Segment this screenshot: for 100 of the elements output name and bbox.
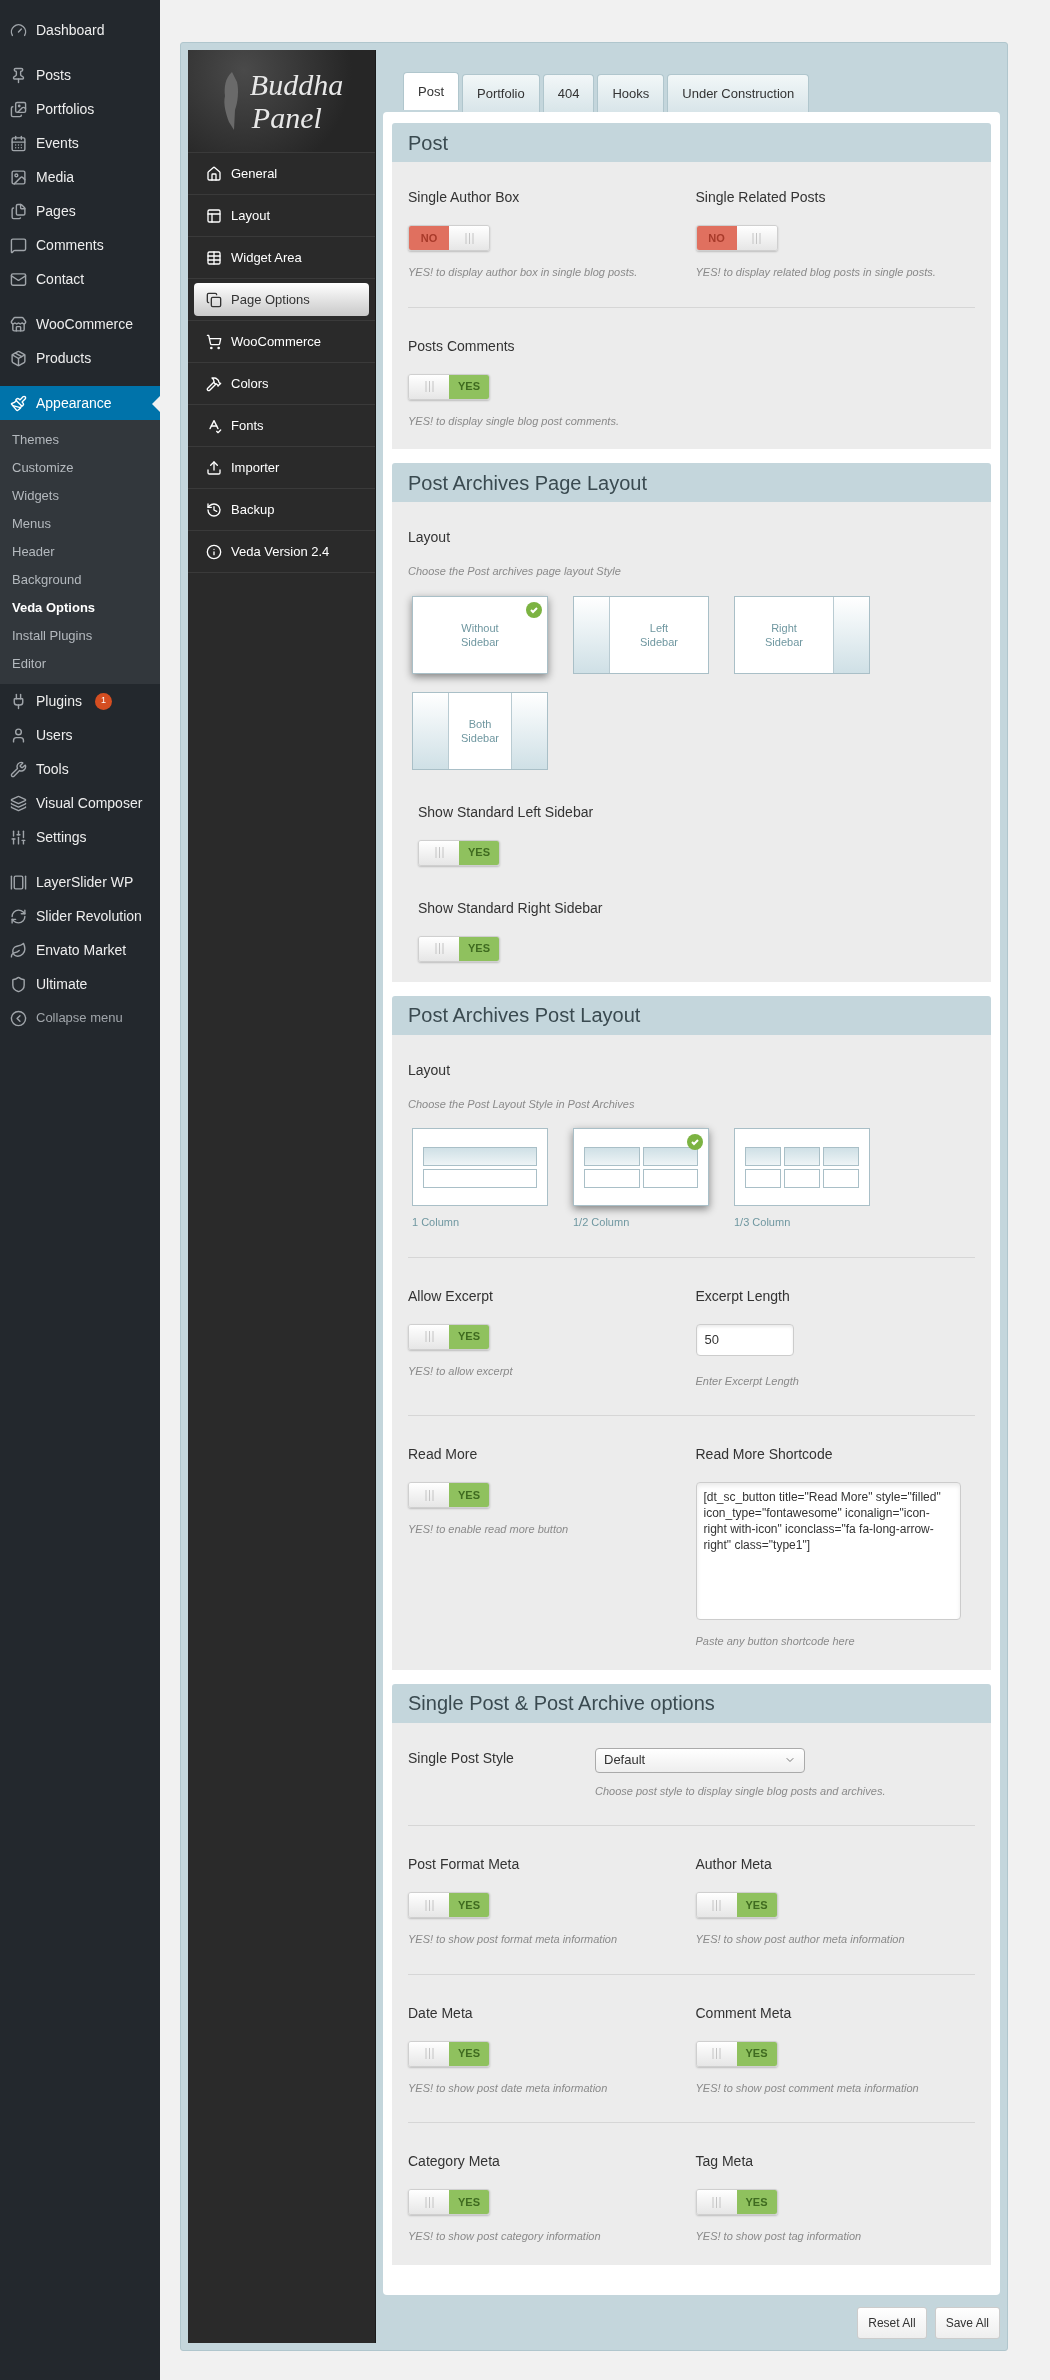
paintbrush-icon [10,394,27,412]
section-header: Post Archives Page Layout [392,463,991,502]
box-icon [10,349,27,367]
admin-menu-item[interactable]: Dashboard [0,13,160,47]
home-icon [206,165,222,182]
user-icon [10,726,27,744]
admin-menu-item[interactable]: Appearance [0,386,160,420]
layout-icon [206,207,222,224]
admin-menu-item[interactable]: Products [0,341,160,375]
admin-menu-item[interactable]: Comments [0,228,160,262]
gallery-icon [10,873,27,891]
text-input-field[interactable]: 50 [695,1323,794,1356]
panel-nav-item[interactable]: Backup [194,493,369,526]
admin-submenu-item[interactable]: Header [0,538,160,566]
panel-nav-item[interactable]: Importer [194,451,369,484]
field-label: Category Meta [408,2152,501,2171]
admin-menu-item[interactable]: Settings [0,820,160,854]
admin-submenu-item[interactable]: Themes [0,426,160,454]
column-layout-option[interactable] [412,1128,548,1206]
toggle-grip-icon [419,840,459,865]
leaf-icon [10,941,27,959]
toggle-grip-icon [696,2041,737,2066]
hint-text: YES! to display related blog posts in single posts. [695,265,937,280]
shield-icon [10,975,27,993]
panel-nav-item[interactable]: General [194,157,369,190]
field-label: Excerpt Length [695,1286,791,1306]
admin-menu-item[interactable]: Pages [0,194,160,228]
style-select[interactable]: Default [595,1747,805,1773]
logo-text: Panel [250,101,323,134]
pages-icon [10,202,27,220]
section-header: Post Archives Post Layout [392,995,991,1035]
admin-menu-item[interactable]: Portfolios [0,92,160,126]
section-header: Post [392,123,991,162]
spell-check-icon [206,417,222,434]
admin-menu-item[interactable]: Visual Composer [0,786,160,820]
field-label: Comment Meta [695,2003,793,2023]
toggle-grip-icon [736,226,777,250]
admin-submenu-item[interactable]: Install Plugins [0,622,160,650]
panel-nav-item[interactable]: Colors [194,367,369,400]
images-icon [10,100,27,118]
panel-nav-item[interactable]: Veda Version 2.4 [194,535,369,568]
panel-nav-item[interactable]: Fonts [194,409,369,442]
hint-text: YES! to show post date meta information [408,2080,609,2096]
hint-text: YES! to allow excerpt [408,1363,514,1379]
admin-submenu-item[interactable]: Editor [0,650,160,678]
admin-menu-item[interactable]: LayerSlider WP [0,865,160,899]
admin-menu-item[interactable]: Plugins 1 [0,684,160,718]
hint-text: Choose the Post Layout Style in Post Archives [408,1096,636,1112]
column-layout-option[interactable] [734,1128,870,1206]
tab[interactable]: Under Construction [667,74,810,112]
panel-nav-item[interactable]: Page Options [194,283,369,316]
tab[interactable]: Post [403,72,459,110]
admin-submenu-item[interactable]: Veda Options [0,594,160,622]
tab[interactable]: Portfolio [462,74,540,112]
admin-submenu-item[interactable]: Customize [0,454,160,482]
tab[interactable]: 404 [542,74,595,112]
action-button[interactable]: Save All [934,2306,1000,2339]
count-badge: 1 [94,692,112,710]
hint-text: YES! to show post author meta information [695,1932,906,1947]
admin-menu-item[interactable]: Media [0,160,160,194]
admin-menu-item[interactable]: Ultimate [0,967,160,1001]
option-caption: 1 Column [412,1215,461,1230]
shortcode-textarea[interactable]: [dt_sc_button title="Read More" style="filled" icon_type="fontawesome" iconalign="icon-right with-icon" iconclass="fa fa-long-arrow-right" class="type1"] [695,1482,961,1620]
admin-menu-item[interactable]: Slider Revolution [0,899,160,933]
column-layout-option[interactable] [573,1128,709,1206]
hint-text: Enter Excerpt Length [695,1373,800,1389]
panel-nav-item[interactable]: Widget Area [194,241,369,274]
admin-submenu-item[interactable]: Background [0,566,160,594]
calendar-icon [10,134,27,152]
field-label: Layout [408,528,452,547]
hint-text: YES! to show post comment meta information [695,2080,920,2096]
field-label: Read More [408,1445,479,1464]
hint-text: YES! to show post format meta information [408,1932,619,1947]
admin-menu-item[interactable]: Users [0,718,160,752]
admin-menu-item[interactable]: Posts [0,58,160,92]
field-label: Author Meta [695,1855,773,1874]
admin-submenu-item[interactable]: Menus [0,510,160,538]
admin-menu-item[interactable]: Contact [0,262,160,296]
toggle-grip-icon [696,1893,737,1917]
admin-menu-item[interactable]: WooCommerce [0,307,160,341]
hammer-icon [206,375,222,392]
hint-text: YES! to display author box in single blog posts. [408,265,639,280]
sliders-icon [10,828,27,846]
collapse-menu-button[interactable]: Collapse menu [0,1001,160,1035]
admin-submenu-item[interactable]: Widgets [0,482,160,510]
admin-menu-item[interactable]: Events [0,126,160,160]
field-label: Show Standard Right Sidebar [418,898,604,918]
admin-menu-item[interactable]: Envato Market [0,933,160,967]
admin-menu-item[interactable]: Tools [0,752,160,786]
toggle-grip-icon [409,1324,449,1349]
panel-nav-item[interactable]: WooCommerce [194,325,369,358]
info-icon [206,543,222,560]
refresh-icon [10,907,27,925]
option-caption: 1/3 Column [734,1215,792,1230]
field-label: Read More Shortcode [695,1445,834,1464]
action-button[interactable]: Reset All [857,2306,927,2339]
field-label: Posts Comments [408,336,516,356]
panel-nav-item[interactable]: Layout [194,199,369,232]
wrench-icon [10,760,27,778]
tab[interactable]: Hooks [597,74,665,112]
